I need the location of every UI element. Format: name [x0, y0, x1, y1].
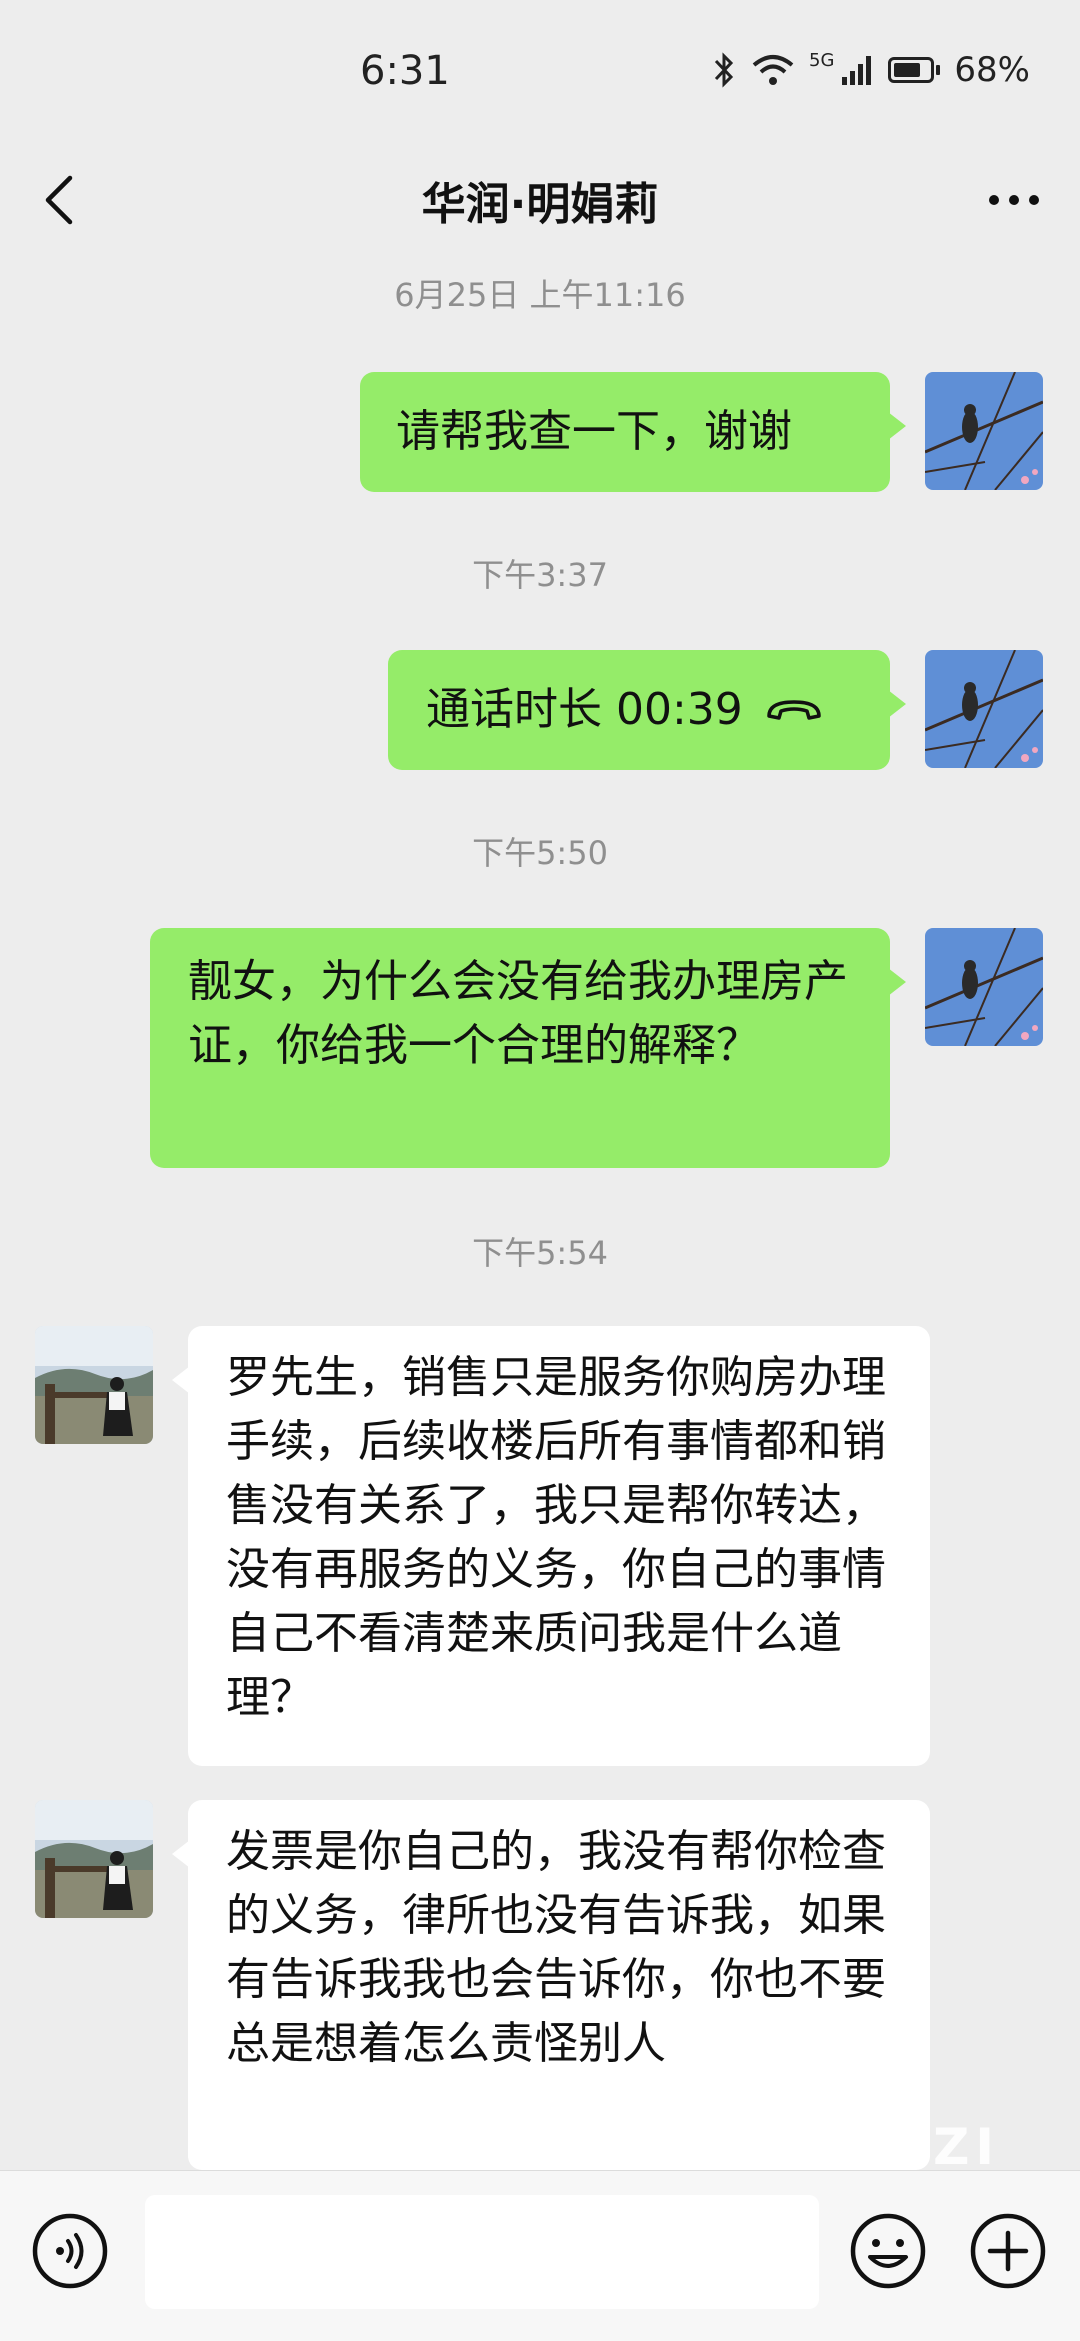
bird-branch-avatar-image [925, 372, 1043, 490]
bubble-tail [888, 412, 906, 440]
bird-branch-avatar-image [925, 650, 1043, 768]
status-bar: 6:31 5G 68% [0, 0, 1080, 150]
message-text: 请帮我查一下，谢谢 [396, 406, 792, 457]
bubble-tail [888, 968, 906, 996]
avatar-me[interactable] [925, 928, 1043, 1046]
plus-icon[interactable] [968, 2211, 1048, 2291]
wifi-icon [752, 55, 794, 85]
avatar-me[interactable] [925, 650, 1043, 768]
status-time: 6:31 [360, 48, 450, 94]
more-dots-icon[interactable] [984, 172, 1044, 228]
message-bubble-incoming[interactable]: 发票是你自己的，我没有帮你检查的义务，律所也没有告诉我，如果有告诉我我也会告诉你… [172, 1800, 930, 2170]
timestamp: 6月25日 上午11:16 [394, 276, 686, 314]
bird-branch-avatar-image [925, 928, 1043, 1046]
bubble-tail [172, 1840, 190, 1868]
landscape-person-avatar-image [35, 1800, 153, 1918]
status-icons: 5G 68% [711, 50, 1030, 90]
bluetooth-icon [714, 52, 734, 88]
battery-tip [936, 65, 941, 75]
chat-header: 华润·明娟莉 [0, 150, 1080, 250]
avatar-contact[interactable] [35, 1326, 153, 1444]
timestamp: 下午5:50 [472, 834, 608, 872]
call-duration-text: 通话时长 00:39 [426, 684, 743, 735]
message-text: 发票是你自己的，我没有帮你检查的义务，律所也没有告诉我，如果有告诉我我也会告诉你… [226, 1826, 886, 2069]
call-record-bubble[interactable]: 通话时长 00:39 [388, 650, 906, 770]
timestamp: 下午5:54 [472, 1234, 608, 1272]
bubble-tail [888, 690, 906, 718]
network-type: 5G [809, 50, 835, 71]
message-text: 罗先生，销售只是服务你购房办理手续，后续收楼后所有事情都和销售没有关系了，我只是… [226, 1352, 886, 1723]
phone-hangup-icon [767, 700, 821, 720]
landscape-person-avatar-image [35, 1326, 153, 1444]
message-input[interactable] [145, 2195, 819, 2309]
avatar-me[interactable] [925, 372, 1043, 490]
message-bubble-incoming[interactable]: 罗先生，销售只是服务你购房办理手续，后续收楼后所有事情都和销售没有关系了，我只是… [172, 1326, 930, 1766]
message-text: 靓女，为什么会没有给我办理房产证，你给我一个合理的解释？ [188, 956, 848, 1071]
message-bubble-outgoing[interactable]: 靓女，为什么会没有给我办理房产证，你给我一个合理的解释？ [150, 928, 906, 1168]
voice-icon[interactable] [30, 2211, 110, 2291]
watermark-logo: XIZI [863, 2118, 1000, 2176]
battery-icon [888, 57, 935, 83]
message-bubble-outgoing[interactable]: 请帮我查一下，谢谢 [360, 372, 906, 492]
timestamp: 下午3:37 [472, 556, 608, 594]
bubble-tail [172, 1366, 190, 1394]
emoji-icon[interactable] [848, 2211, 928, 2291]
avatar-contact[interactable] [35, 1800, 153, 1918]
input-bar [0, 2170, 1080, 2341]
signal-icon [842, 56, 872, 85]
battery-percent: 68% [954, 50, 1030, 90]
chat-title: 华润·明娟莉 [421, 179, 659, 230]
